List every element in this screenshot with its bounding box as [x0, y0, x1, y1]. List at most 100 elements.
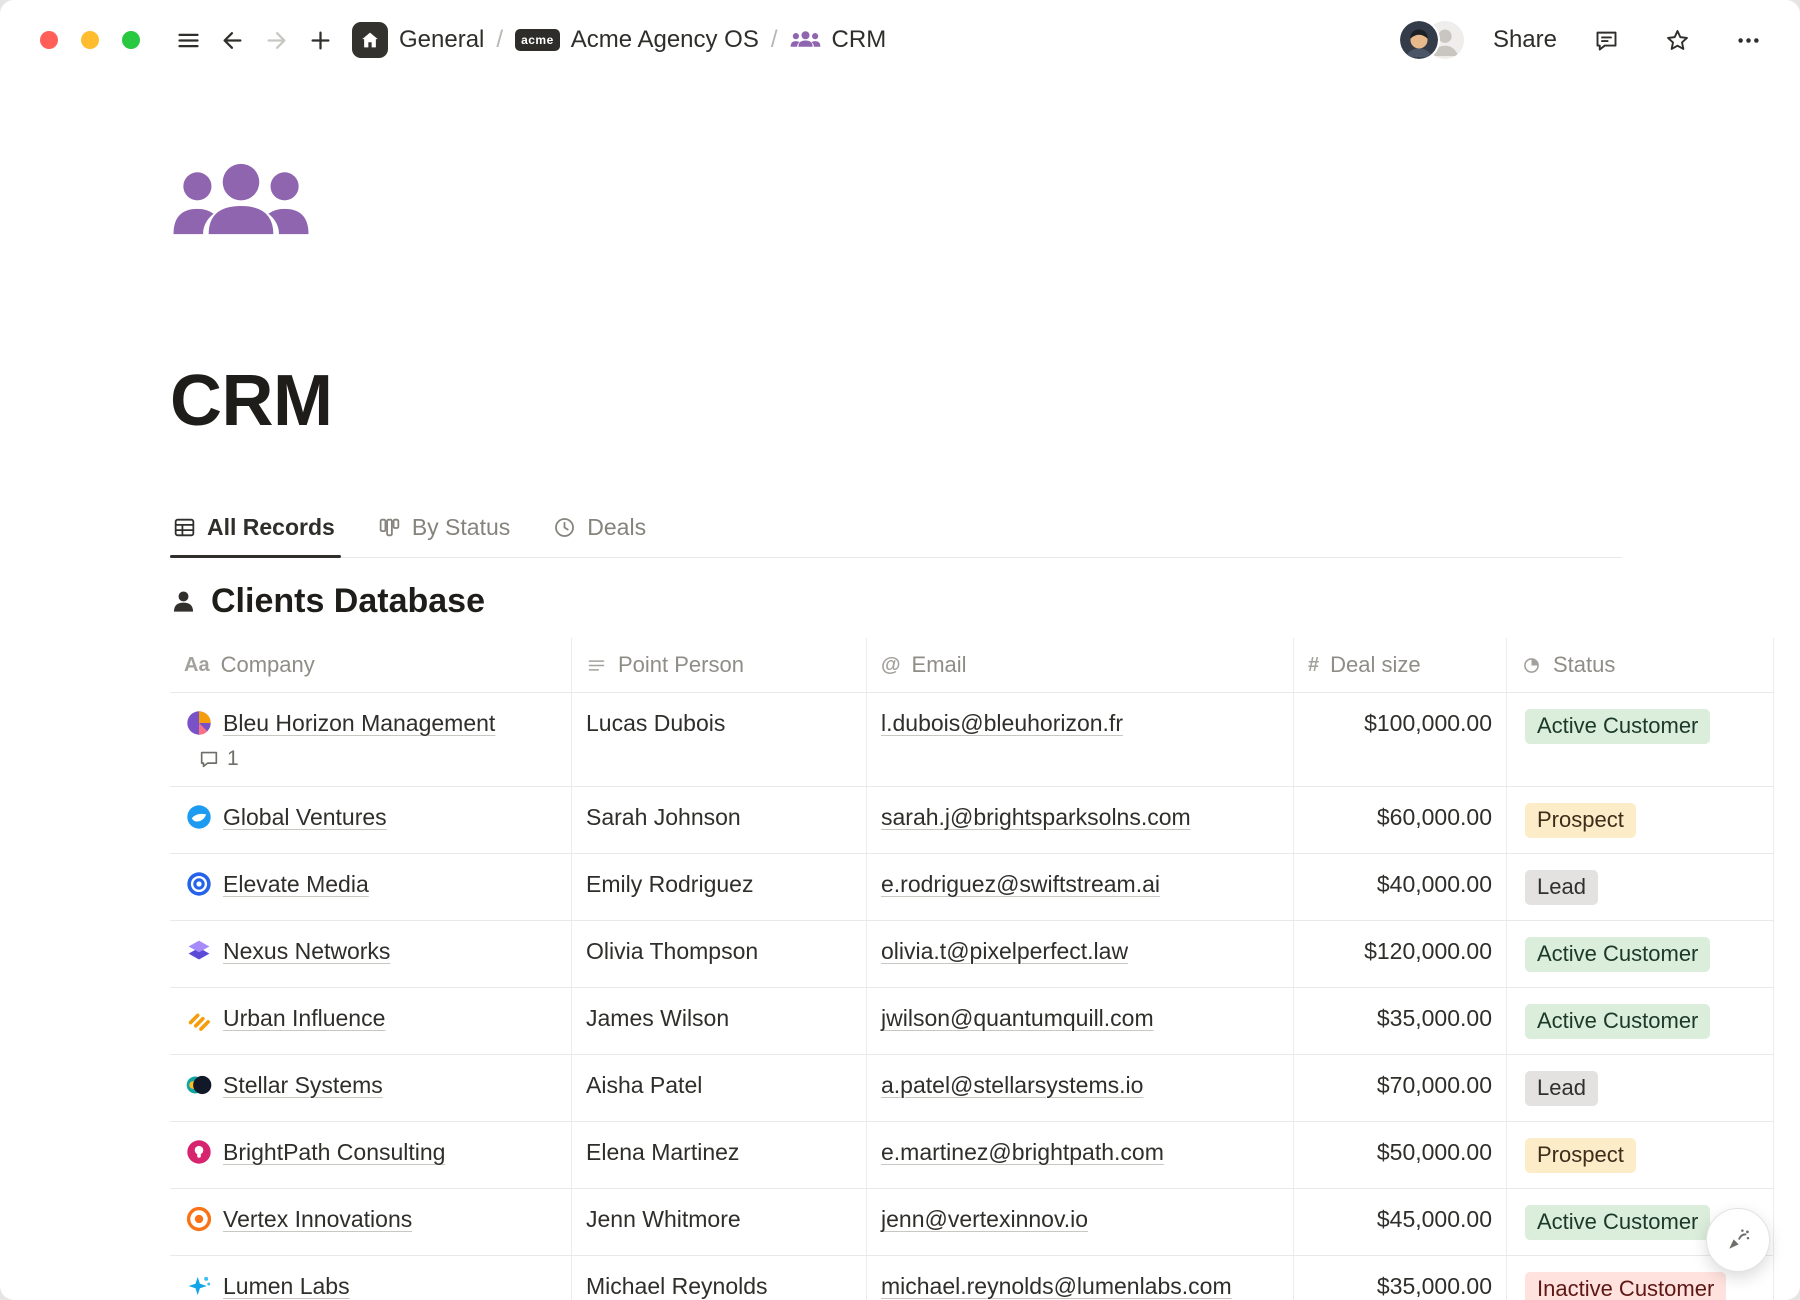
company-cell[interactable]: Urban Influence [170, 988, 572, 1054]
deal-size-cell[interactable]: $35,000.00 [1294, 1256, 1507, 1300]
company-cell[interactable]: BrightPath Consulting [170, 1122, 572, 1188]
floating-help-button[interactable] [1706, 1208, 1770, 1272]
email-cell[interactable]: sarah.j@brightsparksolns.com [867, 787, 1294, 853]
page-title[interactable]: CRM [170, 360, 1800, 442]
deal-size-cell[interactable]: $120,000.00 [1294, 921, 1507, 987]
deal-size-cell[interactable]: $35,000.00 [1294, 988, 1507, 1054]
email-cell[interactable]: jwilson@quantumquill.com [867, 988, 1294, 1054]
comments-button[interactable] [1584, 18, 1628, 62]
email-link[interactable]: e.martinez@brightpath.com [881, 1139, 1164, 1165]
column-label: Deal size [1330, 652, 1420, 678]
company-link[interactable]: Nexus Networks [223, 936, 390, 966]
status-cell[interactable]: Lead [1507, 854, 1774, 920]
email-link[interactable]: olivia.t@pixelperfect.law [881, 938, 1128, 964]
point-person-cell[interactable]: Sarah Johnson [572, 787, 867, 853]
status-cell[interactable]: Prospect [1507, 787, 1774, 853]
point-person-cell[interactable]: Michael Reynolds [572, 1256, 867, 1300]
page-icon[interactable] [170, 161, 312, 251]
window-close-button[interactable] [40, 31, 58, 49]
point-person-cell[interactable]: Olivia Thompson [572, 921, 867, 987]
point-person-cell[interactable]: Emily Rodriguez [572, 854, 867, 920]
column-header-company[interactable]: Aa Company [170, 638, 572, 692]
new-page-button[interactable] [298, 18, 342, 62]
email-cell[interactable]: a.patel@stellarsystems.io [867, 1055, 1294, 1121]
email-cell[interactable]: jenn@vertexinnov.io [867, 1189, 1294, 1255]
company-link[interactable]: Lumen Labs [223, 1271, 350, 1300]
tab-all-records[interactable]: All Records [170, 502, 341, 557]
company-link[interactable]: Stellar Systems [223, 1070, 383, 1100]
share-button[interactable]: Share [1493, 26, 1557, 54]
email-link[interactable]: a.patel@stellarsystems.io [881, 1072, 1143, 1098]
point-person-cell[interactable]: Jenn Whitmore [572, 1189, 867, 1255]
avatar[interactable] [1398, 19, 1440, 61]
company-cell[interactable]: Nexus Networks [170, 921, 572, 987]
deal-size-cell[interactable]: $50,000.00 [1294, 1122, 1507, 1188]
table-row[interactable]: Bleu Horizon Management 1 Lucas Dubois l.du… [170, 693, 1774, 787]
column-header-point-person[interactable]: Point Person [572, 638, 867, 692]
window-zoom-button[interactable] [122, 31, 140, 49]
email-link[interactable]: e.rodriguez@swiftstream.ai [881, 871, 1160, 897]
column-header-deal-size[interactable]: # Deal size [1294, 638, 1507, 692]
company-cell[interactable]: Elevate Media [170, 854, 572, 920]
point-person-cell[interactable]: Lucas Dubois [572, 693, 867, 786]
deal-size-cell[interactable]: $70,000.00 [1294, 1055, 1507, 1121]
tab-deals[interactable]: Deals [550, 502, 652, 557]
table-row[interactable]: Lumen Labs Michael Reynolds michael.reynol… [170, 1256, 1774, 1300]
company-cell[interactable]: Global Ventures [170, 787, 572, 853]
nav-back-button[interactable] [210, 18, 254, 62]
email-link[interactable]: jwilson@quantumquill.com [881, 1005, 1154, 1031]
point-person-cell[interactable]: Elena Martinez [572, 1122, 867, 1188]
favorite-button[interactable] [1655, 18, 1699, 62]
breadcrumb-page[interactable]: CRM [832, 26, 887, 54]
more-options-button[interactable] [1726, 18, 1770, 62]
table-row[interactable]: Urban Influence James Wilson jwilson@quant… [170, 988, 1774, 1055]
breadcrumb-workspace[interactable]: Acme Agency OS [571, 26, 759, 54]
deal-size-cell[interactable]: $40,000.00 [1294, 854, 1507, 920]
deal-size-cell[interactable]: $100,000.00 [1294, 693, 1507, 786]
email-link[interactable]: sarah.j@brightsparksolns.com [881, 804, 1191, 830]
table-row[interactable]: Global Ventures Sarah Johnson sarah.j@brig… [170, 787, 1774, 854]
company-link[interactable]: Urban Influence [223, 1003, 385, 1033]
column-header-status[interactable]: Status [1507, 638, 1774, 692]
email-link[interactable]: michael.reynolds@lumenlabs.com [881, 1273, 1232, 1299]
company-link[interactable]: Vertex Innovations [223, 1204, 412, 1234]
point-person-cell[interactable]: James Wilson [572, 988, 867, 1054]
teamspace-home-icon[interactable] [352, 22, 388, 58]
status-cell[interactable]: Active Customer [1507, 921, 1774, 987]
column-header-email[interactable]: @ Email [867, 638, 1294, 692]
company-link[interactable]: BrightPath Consulting [223, 1137, 445, 1167]
company-cell[interactable]: Stellar Systems [170, 1055, 572, 1121]
deal-size-cell[interactable]: $45,000.00 [1294, 1189, 1507, 1255]
email-cell[interactable]: olivia.t@pixelperfect.law [867, 921, 1294, 987]
database-title[interactable]: Clients Database [211, 582, 485, 621]
email-cell[interactable]: l.dubois@bleuhorizon.fr [867, 693, 1294, 786]
email-link[interactable]: l.dubois@bleuhorizon.fr [881, 710, 1123, 736]
company-cell[interactable]: Bleu Horizon Management 1 [170, 693, 572, 786]
nav-forward-button[interactable] [254, 18, 298, 62]
company-cell[interactable]: Vertex Innovations [170, 1189, 572, 1255]
status-cell[interactable]: Prospect [1507, 1122, 1774, 1188]
status-cell[interactable]: Lead [1507, 1055, 1774, 1121]
comment-count-badge[interactable]: 1 [198, 747, 557, 771]
status-cell[interactable]: Active Customer [1507, 693, 1774, 786]
table-row[interactable]: BrightPath Consulting Elena Martinez e.mar… [170, 1122, 1774, 1189]
email-cell[interactable]: michael.reynolds@lumenlabs.com [867, 1256, 1294, 1300]
breadcrumb-root[interactable]: General [399, 26, 484, 54]
company-link[interactable]: Bleu Horizon Management [223, 708, 495, 738]
deal-size-cell[interactable]: $60,000.00 [1294, 787, 1507, 853]
table-row[interactable]: Stellar Systems Aisha Patel a.patel@stella… [170, 1055, 1774, 1122]
company-link[interactable]: Global Ventures [223, 802, 387, 832]
table-row[interactable]: Elevate Media Emily Rodriguez e.rodriguez@… [170, 854, 1774, 921]
tab-by-status[interactable]: By Status [375, 502, 516, 557]
sidebar-toggle-button[interactable] [166, 18, 210, 62]
email-cell[interactable]: e.rodriguez@swiftstream.ai [867, 854, 1294, 920]
company-link[interactable]: Elevate Media [223, 869, 369, 899]
window-minimize-button[interactable] [81, 31, 99, 49]
email-link[interactable]: jenn@vertexinnov.io [881, 1206, 1088, 1232]
email-cell[interactable]: e.martinez@brightpath.com [867, 1122, 1294, 1188]
status-cell[interactable]: Active Customer [1507, 988, 1774, 1054]
point-person-cell[interactable]: Aisha Patel [572, 1055, 867, 1121]
company-cell[interactable]: Lumen Labs [170, 1256, 572, 1300]
table-row[interactable]: Nexus Networks Olivia Thompson olivia.t@pi… [170, 921, 1774, 988]
table-row[interactable]: Vertex Innovations Jenn Whitmore jenn@vert… [170, 1189, 1774, 1256]
